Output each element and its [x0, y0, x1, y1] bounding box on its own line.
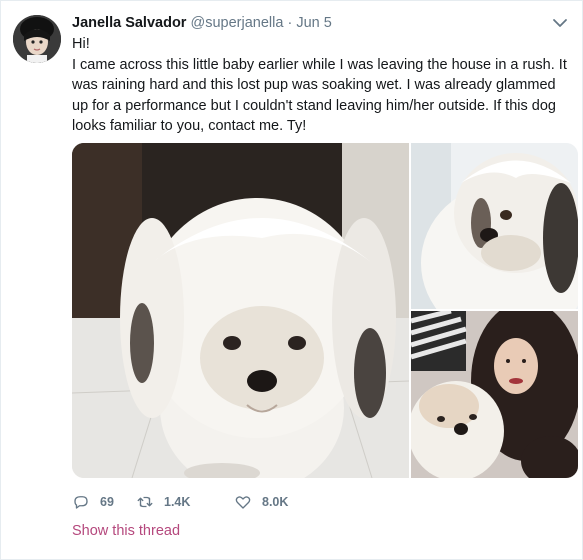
tweet-text: Hi! I came across this little baby earli…: [72, 34, 572, 137]
retweet-button[interactable]: 1.4K: [136, 491, 190, 513]
tweet-greeting: Hi!: [72, 36, 90, 52]
reply-icon: [74, 496, 88, 509]
photo-selfie-with-dog[interactable]: [411, 311, 578, 478]
chevron-down-icon[interactable]: [552, 16, 568, 28]
photo-dog-closeup[interactable]: [411, 143, 578, 309]
media-grid: [72, 143, 578, 478]
author-name[interactable]: Janella Salvador: [72, 15, 186, 31]
reply-count: 69: [100, 495, 114, 509]
tweet-body: I came across this little baby earlier w…: [72, 56, 567, 135]
separator-dot: ·: [287, 15, 293, 31]
avatar[interactable]: [13, 15, 61, 63]
heart-icon: [235, 496, 251, 509]
reply-button[interactable]: 69: [72, 491, 114, 513]
tweet-header: Janella Salvador @superjanella · Jun 5: [72, 14, 332, 32]
like-button[interactable]: 8.0K: [234, 491, 288, 513]
author-handle[interactable]: @superjanella: [190, 15, 283, 31]
retweet-count: 1.4K: [164, 495, 191, 509]
photo-dog-sitting[interactable]: [72, 143, 409, 478]
like-count: 8.0K: [262, 495, 289, 509]
retweet-icon: [137, 496, 153, 508]
tweet-date[interactable]: Jun 5: [296, 15, 331, 31]
show-thread-link[interactable]: Show this thread: [72, 523, 180, 539]
tweet-card[interactable]: Janella Salvador @superjanella · Jun 5 H…: [0, 0, 583, 560]
